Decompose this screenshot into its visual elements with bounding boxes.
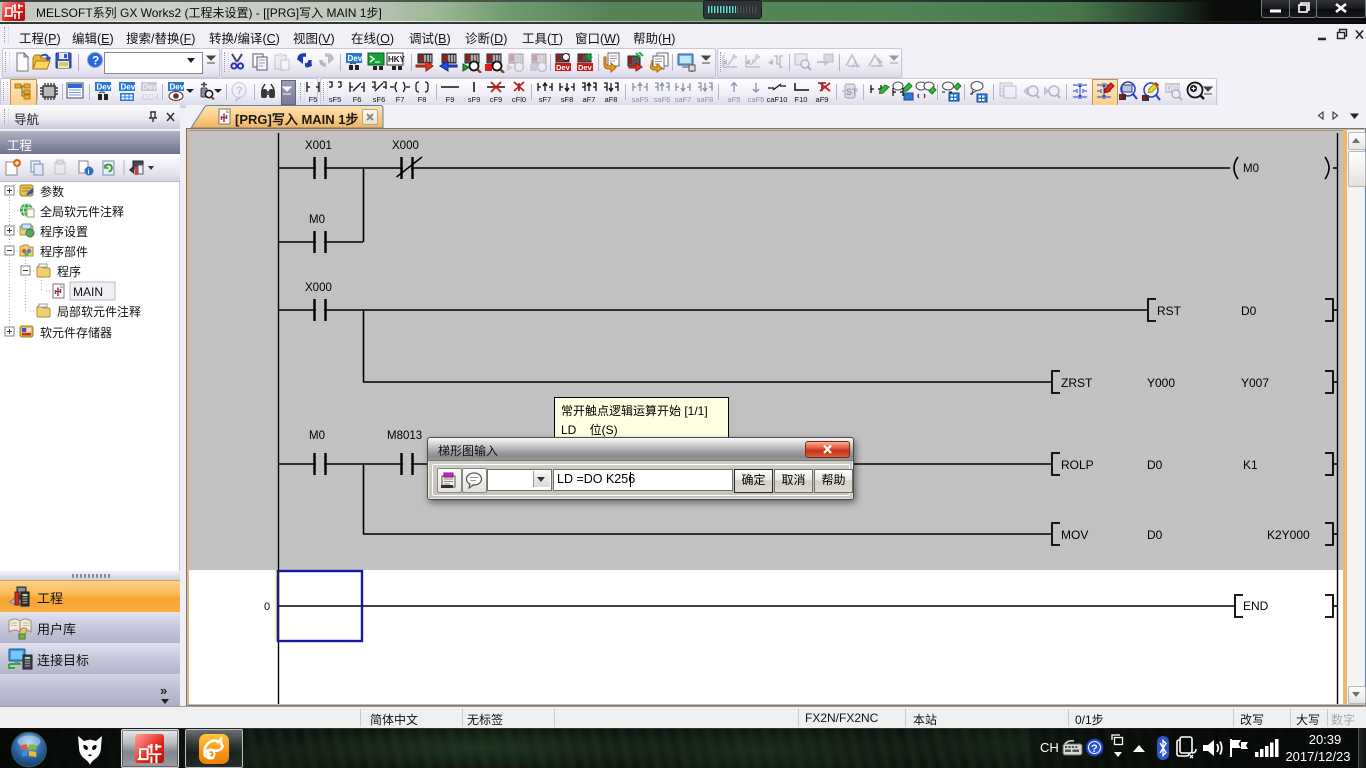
svg-text:Dev: Dev: [170, 83, 185, 92]
svg-text:cF9: cF9: [490, 95, 503, 104]
svg-text:0: 0: [264, 601, 270, 613]
svg-text:全局软元件注释: 全局软元件注释: [40, 204, 124, 219]
svg-text:ZRST: ZRST: [1061, 376, 1093, 390]
svg-text:Y000: Y000: [1147, 376, 1175, 390]
svg-text:HKY: HKY: [388, 55, 405, 64]
svg-text:sF5: sF5: [329, 95, 342, 104]
svg-text:F9: F9: [446, 95, 455, 104]
svg-text:K2Y000: K2Y000: [1267, 528, 1310, 542]
svg-text:Dev: Dev: [121, 83, 136, 92]
svg-text:M8013: M8013: [387, 430, 422, 442]
svg-text:END: END: [1243, 599, 1269, 613]
svg-text:aF7: aF7: [583, 95, 596, 104]
svg-text:程序: 程序: [57, 264, 81, 279]
svg-text:saF5: saF5: [632, 95, 649, 104]
svg-text:F5: F5: [309, 95, 318, 104]
svg-text:D0: D0: [1147, 458, 1163, 472]
svg-text:?: ?: [236, 85, 243, 97]
svg-text:sF8: sF8: [561, 95, 574, 104]
svg-text:Dev: Dev: [143, 83, 158, 92]
svg-text:?: ?: [1091, 743, 1098, 755]
svg-text:?: ?: [92, 54, 99, 68]
svg-text:A: A: [852, 60, 858, 70]
svg-text:sF9: sF9: [468, 95, 481, 104]
svg-text:X000: X000: [392, 140, 419, 152]
svg-text:saF6: saF6: [654, 95, 671, 104]
svg-text:局部软元件注释: 局部软元件注释: [57, 304, 141, 319]
svg-text:D0: D0: [1241, 304, 1257, 318]
svg-text:程序设置: 程序设置: [40, 224, 88, 239]
svg-text:D0: D0: [1147, 528, 1163, 542]
svg-text:F10: F10: [795, 95, 808, 104]
svg-text:MAIN: MAIN: [73, 285, 103, 299]
svg-text:软元件存储器: 软元件存储器: [40, 325, 112, 340]
svg-text:saF8: saF8: [697, 95, 714, 104]
svg-text:程序部件: 程序部件: [40, 244, 88, 259]
svg-text:aF8: aF8: [605, 95, 618, 104]
svg-text:Dev: Dev: [578, 63, 593, 72]
svg-text:M0: M0: [1243, 163, 1259, 175]
svg-text:K1: K1: [1243, 458, 1258, 472]
svg-text:Dev: Dev: [556, 63, 571, 72]
svg-text:i: i: [88, 169, 90, 176]
svg-text:aF9: aF9: [816, 95, 829, 104]
svg-text:F7: F7: [396, 95, 405, 104]
svg-text:M0: M0: [309, 430, 325, 442]
svg-text:cFl0: cFl0: [512, 95, 526, 104]
svg-text:caF10: caF10: [767, 95, 788, 104]
svg-text:caF5: caF5: [748, 95, 765, 104]
svg-text:Dev: Dev: [97, 83, 112, 92]
svg-text:X001: X001: [305, 140, 332, 152]
svg-text:Y007: Y007: [1241, 376, 1269, 390]
svg-text:Dev: Dev: [348, 54, 363, 63]
svg-text:aF5: aF5: [728, 95, 741, 104]
svg-text:F6: F6: [353, 95, 362, 104]
svg-text:X000: X000: [305, 282, 332, 294]
svg-text:sF6: sF6: [373, 95, 386, 104]
svg-text:MOV: MOV: [1061, 528, 1088, 542]
svg-text:参数: 参数: [40, 184, 64, 199]
svg-text:saF7: saF7: [675, 95, 692, 104]
svg-text:RST: RST: [1157, 304, 1182, 318]
svg-text:M0: M0: [309, 214, 325, 226]
svg-text:CC-L: CC-L: [142, 93, 159, 102]
svg-text:sF7: sF7: [539, 95, 552, 104]
svg-text:ST: ST: [846, 87, 858, 97]
svg-text:F8: F8: [418, 95, 427, 104]
svg-text:ROLP: ROLP: [1061, 458, 1094, 472]
